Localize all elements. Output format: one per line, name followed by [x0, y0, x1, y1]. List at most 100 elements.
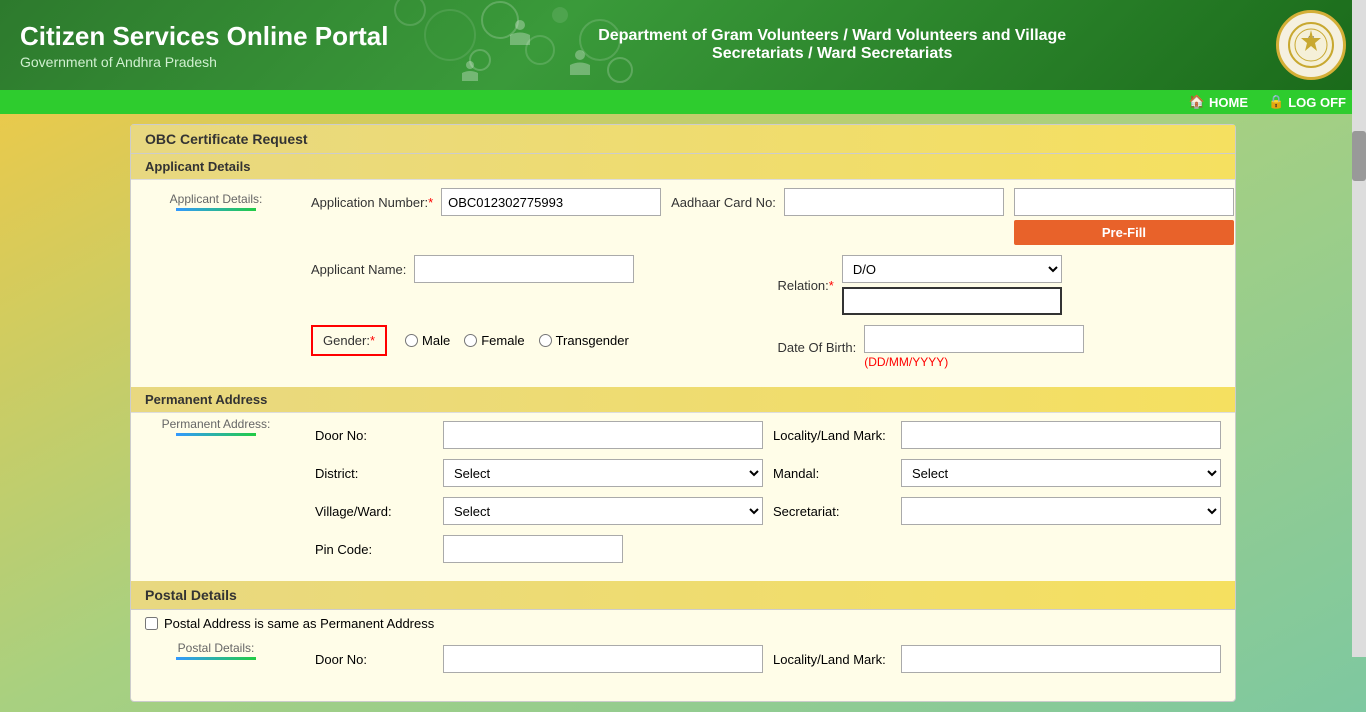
postal-door-row: Door No: Locality/Land Mark:	[315, 645, 1221, 673]
mandal-select[interactable]: Select	[901, 459, 1221, 487]
state-logo: AP	[1276, 10, 1346, 80]
mandal-label: Mandal:	[773, 466, 893, 481]
gender-female-radio[interactable]	[464, 334, 477, 347]
village-group: Village/Ward: Select	[315, 497, 763, 525]
secretariat-group: Secretariat:	[773, 497, 1221, 525]
postal-locality-input[interactable]	[901, 645, 1221, 673]
applicant-name-group: Applicant Name:	[311, 255, 767, 283]
door-locality-row: Door No: Locality/Land Mark:	[315, 421, 1221, 449]
dob-label: Date Of Birth:	[777, 340, 856, 355]
prefill-button[interactable]: Pre-Fill	[1014, 220, 1234, 245]
perm-label-col: Permanent Address:	[131, 413, 301, 581]
postal-same-label: Postal Address is same as Permanent Addr…	[164, 616, 434, 631]
gender-transgender-radio[interactable]	[539, 334, 552, 347]
prefill-col: Pre-Fill	[1014, 188, 1234, 245]
postal-section-label: Postal Details	[145, 587, 237, 603]
dob-group: Date Of Birth: (DD/MM/YYYY)	[777, 325, 1233, 369]
district-group: District: Select	[315, 459, 763, 487]
scrollbar[interactable]	[1352, 0, 1366, 657]
gender-radio-group: Male Female Transgender	[405, 333, 629, 348]
pin-label: Pin Code:	[315, 542, 435, 557]
header-left: Citizen Services Online Portal Governmen…	[20, 21, 388, 70]
aadhaar-group: Aadhaar Card No:	[671, 188, 1004, 216]
app-number-row: Application Number:* Aadhaar Card No: Pr…	[311, 188, 1234, 245]
perm-label-text: Permanent Address:	[162, 417, 271, 431]
locality-input[interactable]	[901, 421, 1221, 449]
application-number-input[interactable]	[441, 188, 661, 216]
aadhaar-extra-input[interactable]	[1014, 188, 1234, 216]
district-mandal-row: District: Select Mandal: Select	[315, 459, 1221, 487]
village-label: Village/Ward:	[315, 504, 435, 519]
locality-group: Locality/Land Mark:	[773, 421, 1221, 449]
secretariat-select[interactable]	[901, 497, 1221, 525]
gender-female-item: Female	[464, 333, 524, 348]
gender-female-label: Female	[481, 333, 524, 348]
relation-label: Relation:*	[777, 278, 833, 293]
page-title-text: OBC Certificate Request	[145, 131, 308, 147]
home-link[interactable]: 🏠 HOME	[1189, 94, 1248, 110]
locality-label: Locality/Land Mark:	[773, 428, 893, 443]
perm-addr-fields: Door No: Locality/Land Mark: District: S…	[301, 413, 1235, 581]
gender-transgender-label: Transgender	[556, 333, 629, 348]
logoff-label: LOG OFF	[1288, 95, 1346, 110]
dob-input[interactable]	[864, 325, 1084, 353]
gender-highlight-box: Gender:*	[311, 325, 387, 356]
gender-male-item: Male	[405, 333, 450, 348]
app-number-label: Application Number:*	[311, 195, 433, 210]
postal-door-group: Door No:	[315, 645, 763, 673]
postal-fields: Door No: Locality/Land Mark:	[301, 637, 1235, 691]
postal-door-label: Door No:	[315, 652, 435, 667]
pin-group: Pin Code:	[315, 535, 1221, 563]
door-label: Door No:	[315, 428, 435, 443]
applicant-section-header: Applicant Details	[131, 154, 1235, 180]
scroll-thumb	[1352, 131, 1366, 181]
gender-transgender-item: Transgender	[539, 333, 629, 348]
page-title: OBC Certificate Request	[131, 125, 1235, 154]
relation-type-select[interactable]: D/O S/O W/O	[842, 255, 1062, 283]
relation-inputs: D/O S/O W/O	[842, 255, 1062, 315]
perm-section-header: Permanent Address	[131, 387, 1235, 413]
aadhaar-input[interactable]	[784, 188, 1004, 216]
navbar: 🏠 HOME 🔒 LOG OFF	[0, 90, 1366, 114]
postal-locality-group: Locality/Land Mark:	[773, 645, 1221, 673]
portal-title: Citizen Services Online Portal	[20, 21, 388, 52]
relation-name-input[interactable]	[842, 287, 1062, 315]
applicant-name-row: Applicant Name: Relation:* D/O S/O W/O	[311, 255, 1234, 315]
perm-section-label: Permanent Address	[145, 392, 267, 407]
applicant-section-label: Applicant Details	[145, 159, 250, 174]
district-select[interactable]: Select	[443, 459, 763, 487]
gender-male-radio[interactable]	[405, 334, 418, 347]
postal-label-col: Postal Details:	[131, 637, 301, 691]
postal-section-body: Postal Details: Door No: Locality/Land M…	[131, 637, 1235, 691]
district-label: District:	[315, 466, 435, 481]
postal-checkbox-row: Postal Address is same as Permanent Addr…	[131, 610, 1235, 637]
village-secretariat-row: Village/Ward: Select Secretariat:	[315, 497, 1221, 525]
app-number-group: Application Number:*	[311, 188, 661, 216]
postal-door-input[interactable]	[443, 645, 763, 673]
postal-locality-label: Locality/Land Mark:	[773, 652, 893, 667]
portal-subtitle: Government of Andhra Pradesh	[20, 54, 388, 70]
department-name: Department of Gram Volunteers / Ward Vol…	[582, 27, 1082, 63]
door-no-input[interactable]	[443, 421, 763, 449]
gender-male-label: Male	[422, 333, 450, 348]
home-icon: 🏠	[1189, 94, 1205, 110]
village-select[interactable]: Select	[443, 497, 763, 525]
applicant-name-input[interactable]	[414, 255, 634, 283]
pin-row: Pin Code:	[315, 535, 1221, 563]
door-group: Door No:	[315, 421, 763, 449]
secretariat-label: Secretariat:	[773, 504, 893, 519]
dob-inputs: (DD/MM/YYYY)	[864, 325, 1084, 369]
lock-icon: 🔒	[1268, 94, 1284, 110]
gender-label: Gender:*	[323, 333, 375, 348]
logoff-link[interactable]: 🔒 LOG OFF	[1268, 94, 1346, 110]
header: Citizen Services Online Portal Governmen…	[0, 0, 1366, 90]
pin-input[interactable]	[443, 535, 623, 563]
gender-group: Gender:* Male Female	[311, 325, 767, 356]
relation-group: Relation:* D/O S/O W/O	[777, 255, 1233, 315]
perm-section-body: Permanent Address: Door No: Locality/Lan…	[131, 413, 1235, 581]
aadhaar-label: Aadhaar Card No:	[671, 195, 776, 210]
postal-section-header: Postal Details	[131, 581, 1235, 610]
postal-same-checkbox[interactable]	[145, 617, 158, 630]
state-emblem-svg: AP	[1286, 20, 1336, 70]
home-label: HOME	[1209, 95, 1248, 110]
